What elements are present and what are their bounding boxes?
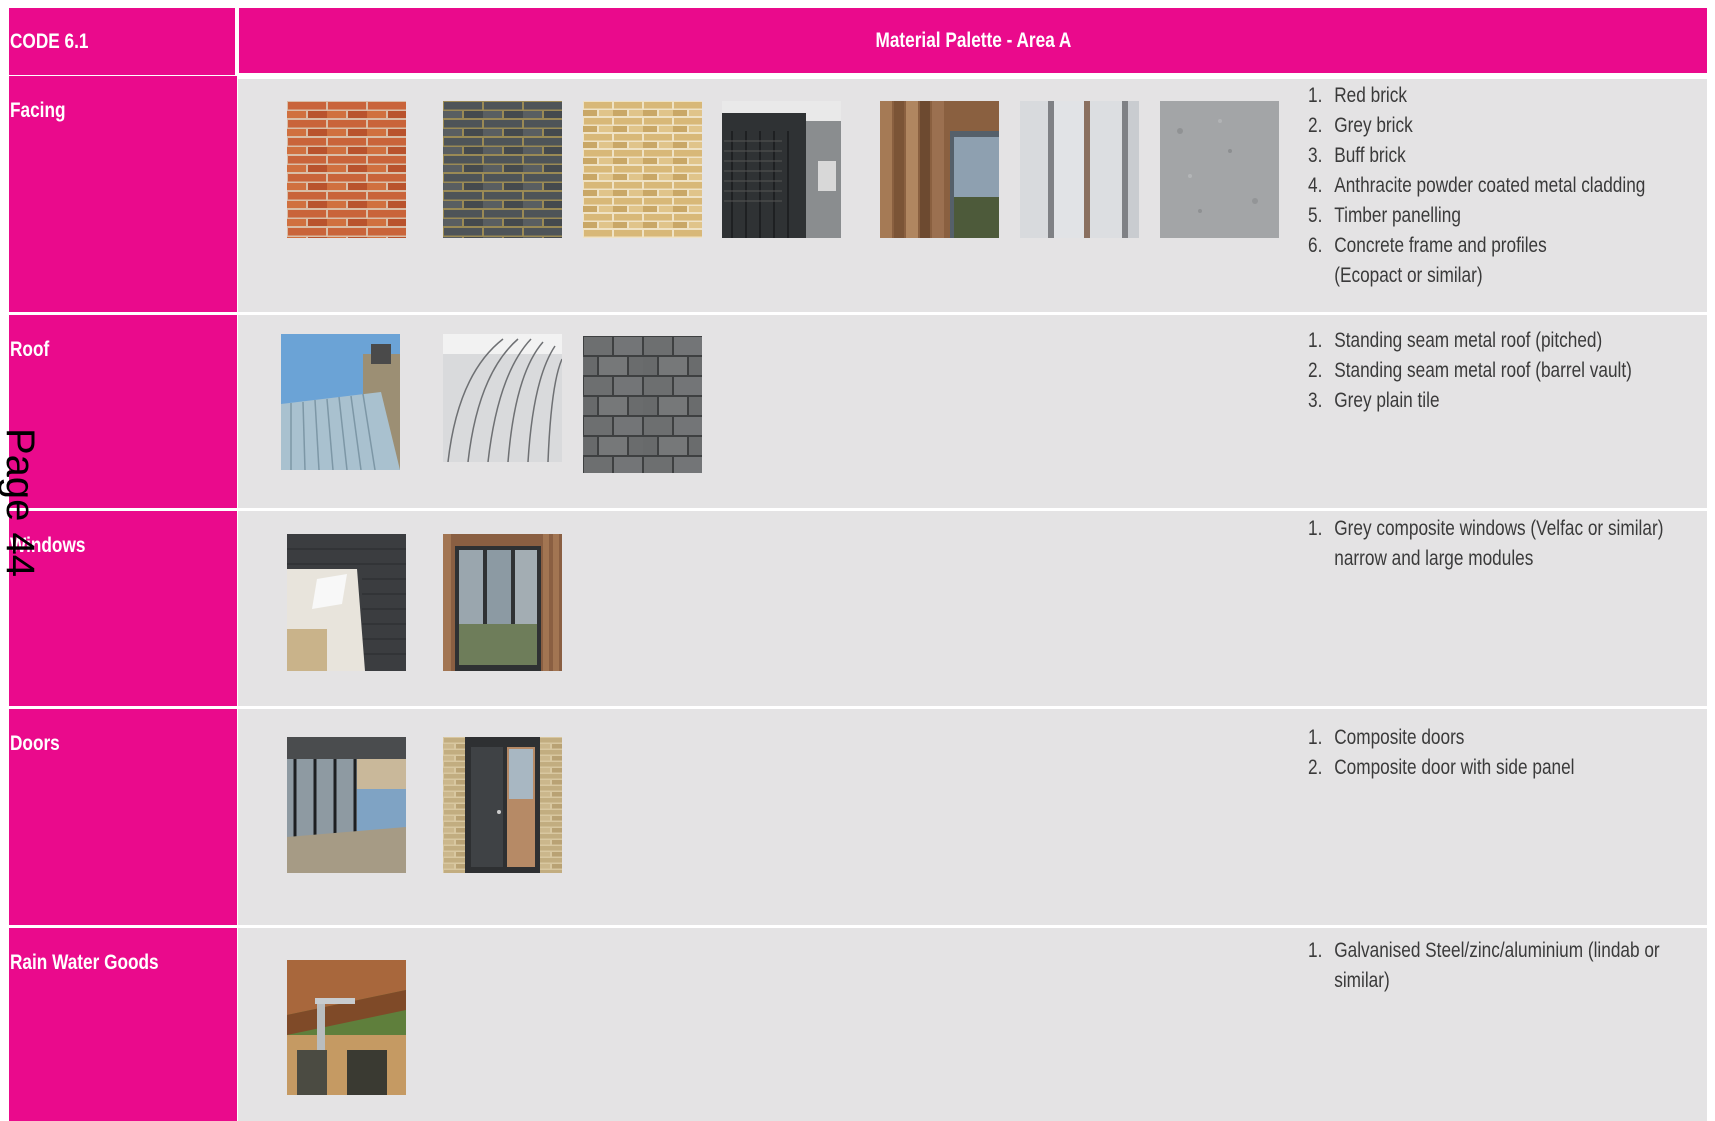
concrete-profile-swatch	[1020, 101, 1139, 238]
code-label: CODE 6.1	[10, 30, 89, 53]
list-item: 2. Grey brick	[1308, 114, 1413, 137]
code-cell: CODE 6.1	[9, 8, 235, 75]
list-item: 3. Buff brick	[1308, 144, 1406, 167]
row-label-rainwater: Rain Water Goods	[9, 928, 237, 1121]
list-item: 1. Composite doors	[1308, 726, 1465, 749]
grey-brick-swatch	[443, 101, 562, 238]
pitched-metal-roof-swatch	[281, 334, 400, 470]
row-label-facing: Facing	[9, 76, 237, 312]
window-corner-swatch	[287, 534, 406, 671]
list-item: 1. Grey composite windows (Velfac or simi…	[1308, 517, 1664, 570]
concrete-texture-swatch	[1160, 101, 1279, 238]
label-roof: Roof	[10, 338, 50, 361]
label-doors: Doors	[10, 732, 60, 755]
list-item: 4. Anthracite powder coated metal claddin…	[1308, 174, 1646, 197]
list-item: 3. Grey plain tile	[1308, 389, 1440, 412]
list-item: 2. Standing seam metal roof (barrel vault…	[1308, 359, 1632, 382]
page-number: Page 44	[0, 428, 42, 578]
door-side-panel-swatch	[443, 737, 562, 873]
list-item: 2. Composite door with side panel	[1308, 756, 1575, 779]
roof-list: 1. Standing seam metal roof (pitched) 2. S…	[1308, 326, 1708, 416]
timber-panelling-swatch	[880, 101, 999, 238]
label-rainwater: Rain Water Goods	[10, 951, 159, 974]
list-item: 1. Galvanised Steel/zinc/aluminium (linda…	[1308, 939, 1660, 992]
row-label-windows: Windows	[9, 511, 237, 706]
window-large-swatch	[443, 534, 562, 671]
rainwater-list: 1. Galvanised Steel/zinc/aluminium (linda…	[1308, 936, 1708, 996]
label-facing: Facing	[10, 99, 66, 122]
row-label-roof: Roof	[9, 315, 237, 508]
grey-plain-tile-swatch	[583, 336, 702, 473]
red-brick-swatch	[287, 101, 406, 238]
buff-brick-swatch	[583, 101, 702, 238]
doors-list: 1. Composite doors 2. Composite door with …	[1308, 723, 1708, 783]
facing-list: 1. Red brick 2. Grey brick 3. Buff brick 4.…	[1308, 81, 1708, 291]
list-item: 1. Standing seam metal roof (pitched)	[1308, 329, 1603, 352]
windows-list: 1. Grey composite windows (Velfac or simi…	[1308, 514, 1708, 574]
barrel-vault-roof-swatch	[443, 334, 562, 462]
list-item: 6. Concrete frame and profiles (Ecopact o…	[1308, 234, 1547, 287]
door-glazed-swatch	[287, 737, 406, 873]
row-label-doors: Doors	[9, 709, 237, 925]
list-item: 5. Timber panelling	[1308, 204, 1461, 227]
page-title: Material Palette - Area A	[875, 28, 1071, 52]
list-item: 1. Red brick	[1308, 84, 1407, 107]
rainwater-gutter-swatch	[287, 960, 406, 1095]
title-cell: Material Palette - Area A	[239, 8, 1707, 73]
anthracite-cladding-swatch	[722, 101, 841, 238]
